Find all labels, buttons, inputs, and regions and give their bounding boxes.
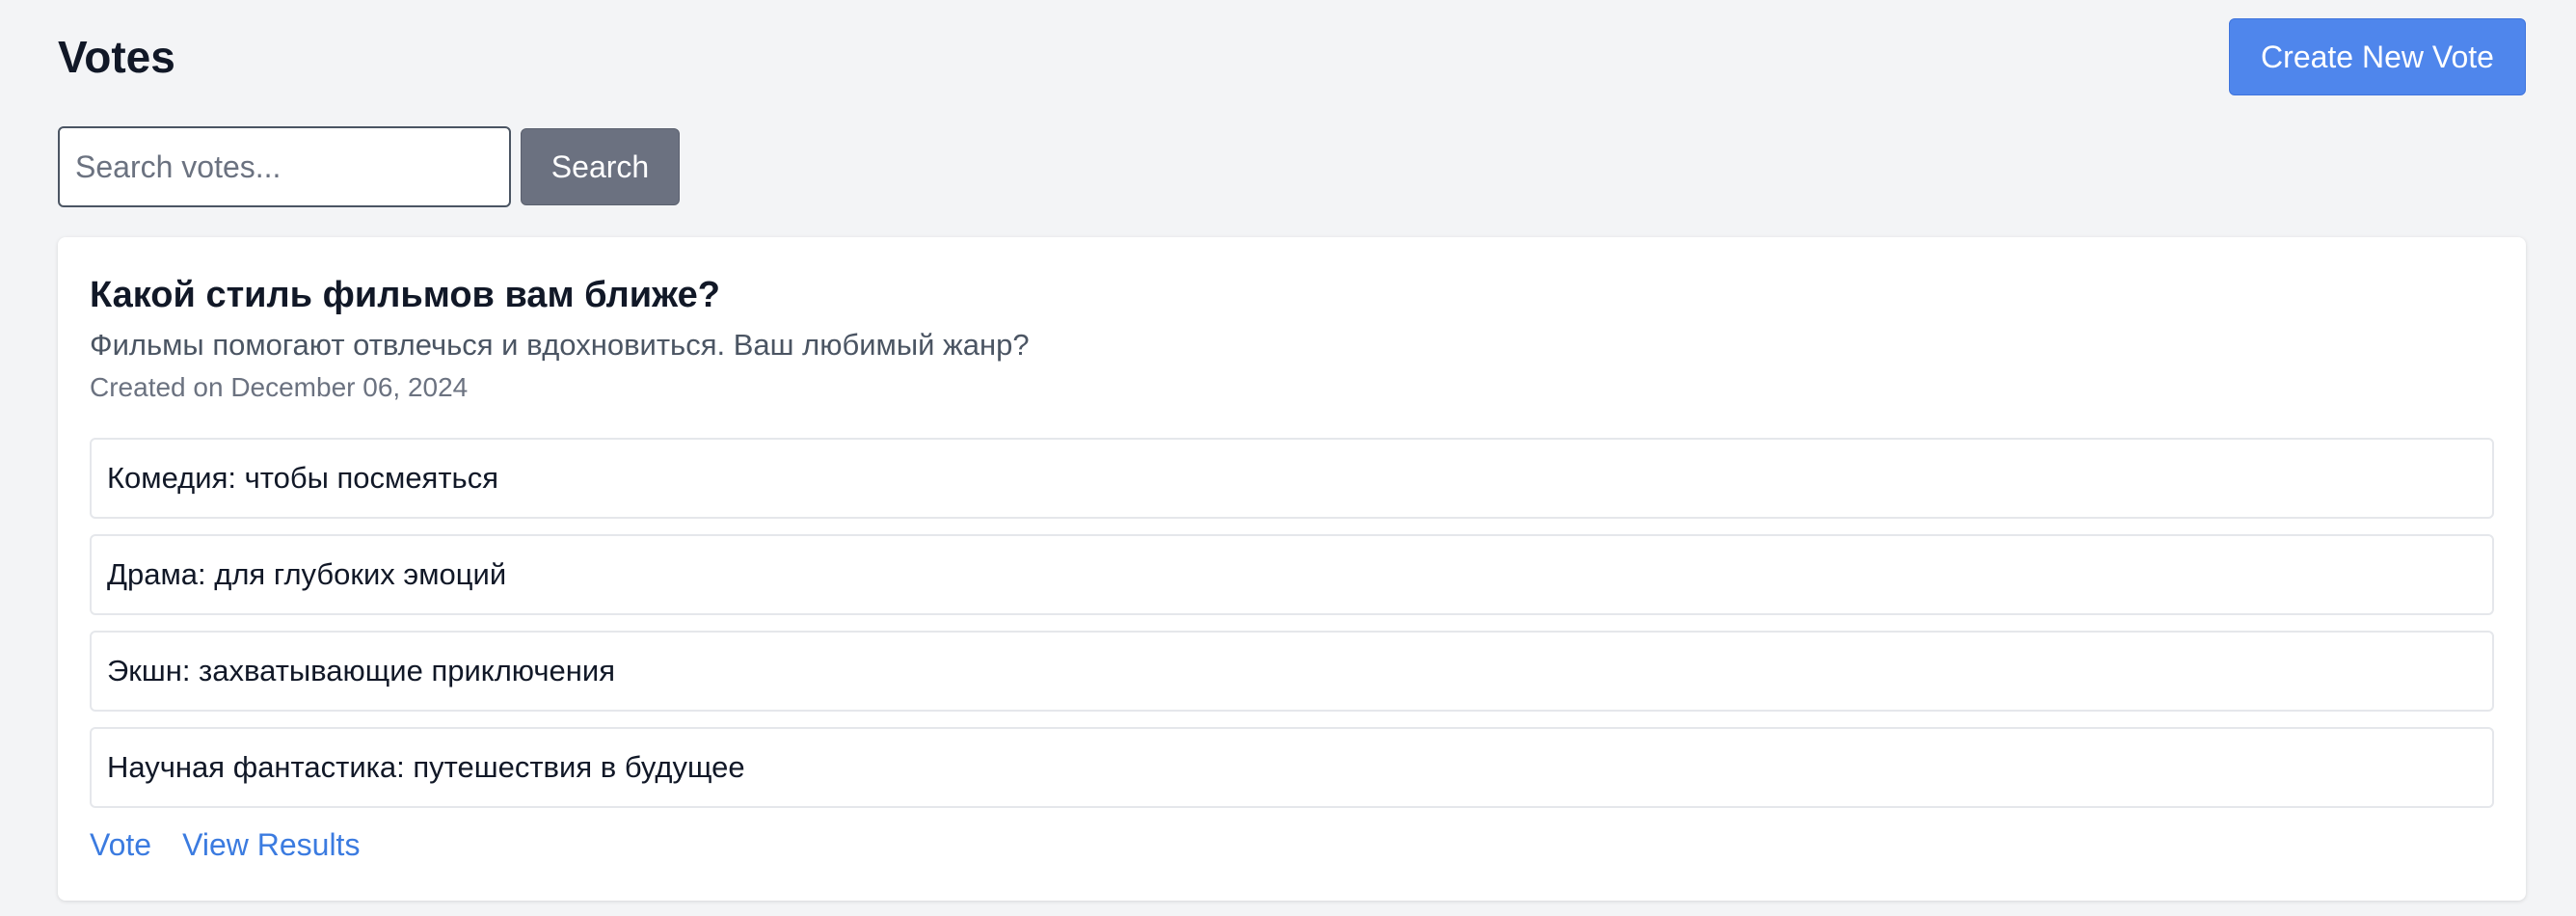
search-input[interactable] <box>58 126 511 207</box>
search-button[interactable]: Search <box>521 128 680 205</box>
vote-created-date: Created on December 06, 2024 <box>90 372 469 402</box>
vote-option[interactable]: Научная фантастика: путешествия в будуще… <box>90 727 2494 808</box>
page-title: Votes <box>58 32 175 82</box>
vote-options-list: Комедия: чтобы посмеяться Драма: для глу… <box>90 438 2494 823</box>
vote-option[interactable]: Экшн: захватывающие приключения <box>90 631 2494 712</box>
vote-title: Какой стиль фильмов вам ближе? <box>90 275 720 315</box>
vote-option[interactable]: Комедия: чтобы посмеяться <box>90 438 2494 519</box>
create-new-vote-button[interactable]: Create New Vote <box>2229 18 2526 95</box>
vote-link[interactable]: Vote <box>90 825 151 864</box>
votes-page: Votes Create New Vote Search Какой стиль… <box>58 0 2526 901</box>
vote-card: Какой стиль фильмов вам ближе? Фильмы по… <box>58 237 2526 901</box>
vote-description: Фильмы помогают отвлечься и вдохновиться… <box>90 328 1030 362</box>
vote-actions: Vote View Results <box>90 825 360 864</box>
vote-option[interactable]: Драма: для глубоких эмоций <box>90 534 2494 615</box>
page-header: Votes Create New Vote <box>58 0 2526 116</box>
view-results-link[interactable]: View Results <box>182 825 360 864</box>
